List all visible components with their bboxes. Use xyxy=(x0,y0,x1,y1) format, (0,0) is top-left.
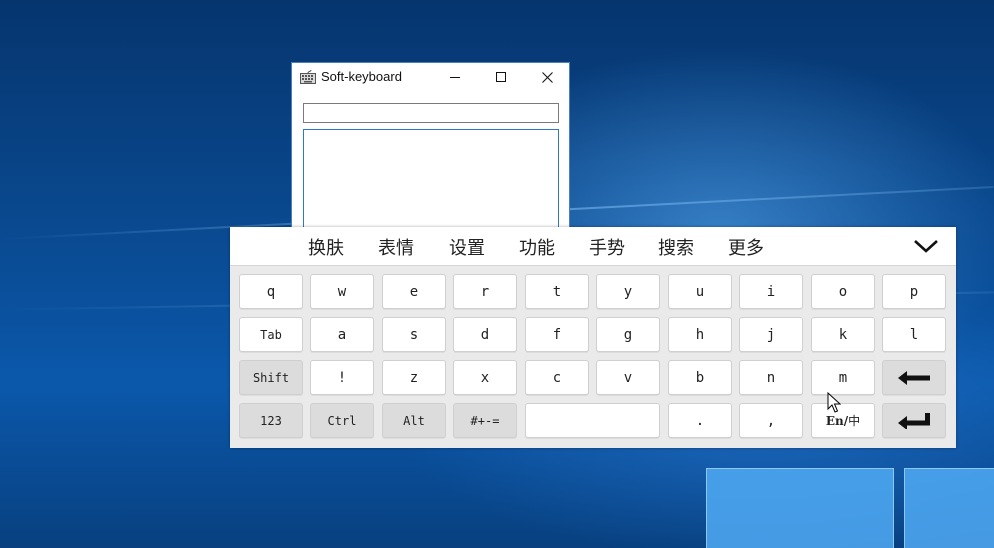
key-i[interactable]: i xyxy=(739,274,803,309)
key-d[interactable]: d xyxy=(453,317,517,352)
backspace-arrow-icon xyxy=(898,370,930,385)
key-j[interactable]: j xyxy=(739,317,803,352)
minimize-button[interactable] xyxy=(432,63,478,91)
key-comma[interactable]: , xyxy=(739,403,803,438)
key-space[interactable] xyxy=(525,403,660,438)
enter-arrow-icon xyxy=(898,412,930,429)
minimize-icon xyxy=(450,77,460,78)
key-x[interactable]: x xyxy=(453,360,517,395)
key-z[interactable]: z xyxy=(382,360,446,395)
keyboard-toolbar: 换肤 表情 设置 功能 手势 搜索 更多 xyxy=(230,227,956,266)
maximize-icon xyxy=(496,72,506,82)
key-n[interactable]: n xyxy=(739,360,803,395)
key-m[interactable]: m xyxy=(811,360,875,395)
lang-cn-label: 中 xyxy=(848,414,861,428)
soft-keyboard-panel: 换肤 表情 设置 功能 手势 搜索 更多 q w e r t y u i o p… xyxy=(230,227,956,448)
window-titlebar[interactable]: Soft-keyboard xyxy=(292,63,569,91)
key-u[interactable]: u xyxy=(668,274,732,309)
key-v[interactable]: v xyxy=(596,360,660,395)
key-y[interactable]: y xyxy=(596,274,660,309)
key-123[interactable]: 123 xyxy=(239,403,303,438)
key-w[interactable]: w xyxy=(310,274,374,309)
key-q[interactable]: q xyxy=(239,274,303,309)
toolbar-skin[interactable]: 换肤 xyxy=(308,234,344,260)
key-b[interactable]: b xyxy=(668,360,732,395)
windows-logo xyxy=(706,468,994,548)
key-s[interactable]: s xyxy=(382,317,446,352)
key-enter[interactable] xyxy=(882,403,946,438)
mouse-cursor-icon xyxy=(827,392,841,413)
key-o[interactable]: o xyxy=(811,274,875,309)
toolbar-emoji[interactable]: 表情 xyxy=(378,234,414,260)
key-r[interactable]: r xyxy=(453,274,517,309)
key-c[interactable]: c xyxy=(525,360,589,395)
key-alt[interactable]: Alt xyxy=(382,403,446,438)
keyboard-icon xyxy=(300,70,316,84)
key-a[interactable]: a xyxy=(310,317,374,352)
toolbar-search[interactable]: 搜索 xyxy=(658,234,694,260)
key-t[interactable]: t xyxy=(525,274,589,309)
single-line-input[interactable] xyxy=(303,103,559,123)
key-tab[interactable]: Tab xyxy=(239,317,303,352)
key-exclamation[interactable]: ! xyxy=(310,360,374,395)
key-symbols[interactable]: #+-= xyxy=(453,403,517,438)
window-title: Soft-keyboard xyxy=(321,69,402,84)
key-shift[interactable]: Shift xyxy=(239,360,303,395)
key-f[interactable]: f xyxy=(525,317,589,352)
close-icon xyxy=(541,71,553,83)
key-period[interactable]: . xyxy=(668,403,732,438)
lang-en-label: En xyxy=(825,413,844,428)
key-ctrl[interactable]: Ctrl xyxy=(310,403,374,438)
key-g[interactable]: g xyxy=(596,317,660,352)
key-backspace[interactable] xyxy=(882,360,946,395)
key-k[interactable]: k xyxy=(811,317,875,352)
key-e[interactable]: e xyxy=(382,274,446,309)
toolbar-functions[interactable]: 功能 xyxy=(519,234,555,260)
toolbar-gestures[interactable]: 手势 xyxy=(589,234,625,260)
toolbar-settings[interactable]: 设置 xyxy=(449,234,485,260)
key-l[interactable]: l xyxy=(882,317,946,352)
keyboard-keys: q w e r t y u i o p Tab a s d f g h j k … xyxy=(230,266,956,448)
toolbar-more[interactable]: 更多 xyxy=(728,234,764,260)
close-button[interactable] xyxy=(524,63,570,91)
key-h[interactable]: h xyxy=(668,317,732,352)
maximize-button[interactable] xyxy=(478,63,524,91)
chevron-down-icon[interactable] xyxy=(912,236,940,256)
key-language-toggle[interactable]: En / 中 xyxy=(811,403,875,438)
key-p[interactable]: p xyxy=(882,274,946,309)
